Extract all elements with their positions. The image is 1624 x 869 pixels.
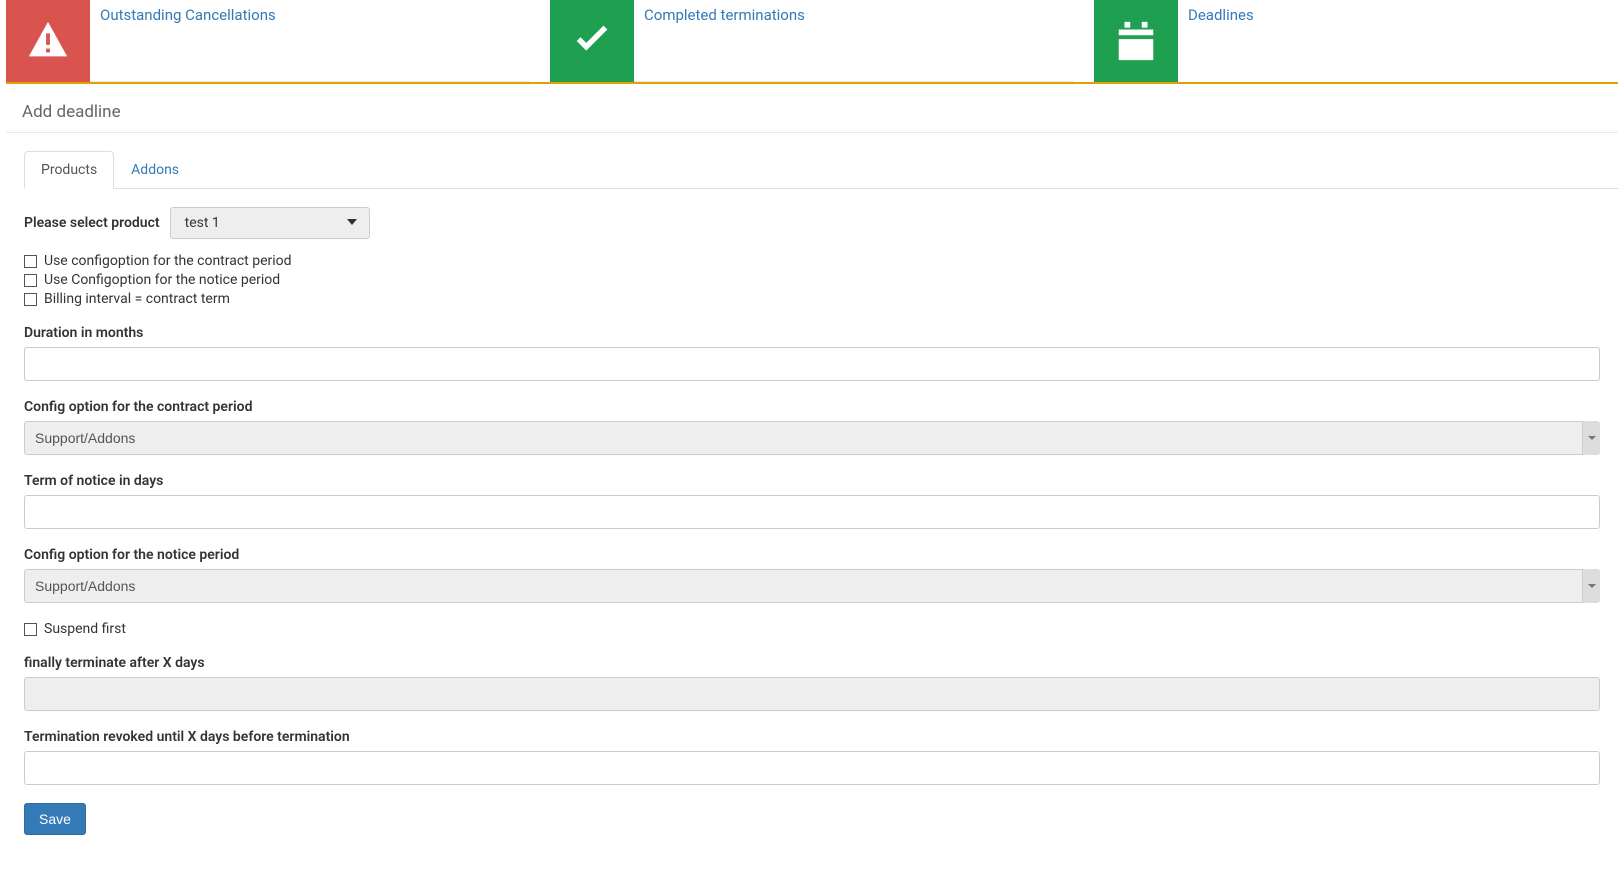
caret-down-icon: [347, 215, 357, 231]
checkbox-suspend-first[interactable]: Suspend first: [24, 621, 1600, 637]
select-product-value: test 1: [185, 215, 220, 231]
duration-label: Duration in months: [24, 325, 1600, 341]
duration-input[interactable]: [24, 347, 1600, 381]
checkbox-icon: [24, 255, 37, 268]
checkbox-billing-interval-label: Billing interval = contract term: [44, 291, 230, 307]
revoked-input[interactable]: [24, 751, 1600, 785]
checkbox-suspend-first-label: Suspend first: [44, 621, 126, 637]
card-completed[interactable]: Completed terminations: [550, 0, 1074, 82]
checkbox-config-contract[interactable]: Use configoption for the contract period: [24, 253, 1600, 269]
term-notice-input[interactable]: [24, 495, 1600, 529]
checkbox-config-notice-label: Use Configoption for the notice period: [44, 272, 280, 288]
tab-products[interactable]: Products: [24, 151, 114, 189]
checkmark-icon: [550, 0, 634, 82]
checkbox-icon: [24, 623, 37, 636]
checkbox-billing-interval[interactable]: Billing interval = contract term: [24, 291, 1600, 307]
tabs: Products Addons: [24, 151, 1618, 189]
card-completed-title: Completed terminations: [644, 6, 805, 24]
select-product-label: Please select product: [24, 215, 160, 231]
checkbox-icon: [24, 274, 37, 287]
term-notice-label: Term of notice in days: [24, 473, 1600, 489]
calendar-icon: [1094, 0, 1178, 82]
finally-terminate-input[interactable]: [24, 677, 1600, 711]
config-notice-select[interactable]: Support/Addons: [24, 569, 1600, 603]
revoked-label: Termination revoked until X days before …: [24, 729, 1600, 745]
card-outstanding[interactable]: Outstanding Cancellations: [6, 0, 530, 82]
card-deadlines-title: Deadlines: [1188, 6, 1254, 24]
card-deadlines[interactable]: Deadlines: [1094, 0, 1618, 82]
config-contract-select[interactable]: Support/Addons: [24, 421, 1600, 455]
tab-addons[interactable]: Addons: [114, 151, 196, 189]
checkbox-config-contract-label: Use configoption for the contract period: [44, 253, 292, 269]
card-outstanding-title: Outstanding Cancellations: [100, 6, 276, 24]
config-contract-label: Config option for the contract period: [24, 399, 1600, 415]
finally-terminate-label: finally terminate after X days: [24, 655, 1600, 671]
checkbox-icon: [24, 293, 37, 306]
config-notice-label: Config option for the notice period: [24, 547, 1600, 563]
panel-heading: Add deadline: [6, 92, 1618, 133]
warning-triangle-icon: [6, 0, 90, 82]
save-button[interactable]: Save: [24, 803, 86, 835]
select-product-dropdown[interactable]: test 1: [170, 207, 370, 239]
checkbox-config-notice[interactable]: Use Configoption for the notice period: [24, 272, 1600, 288]
